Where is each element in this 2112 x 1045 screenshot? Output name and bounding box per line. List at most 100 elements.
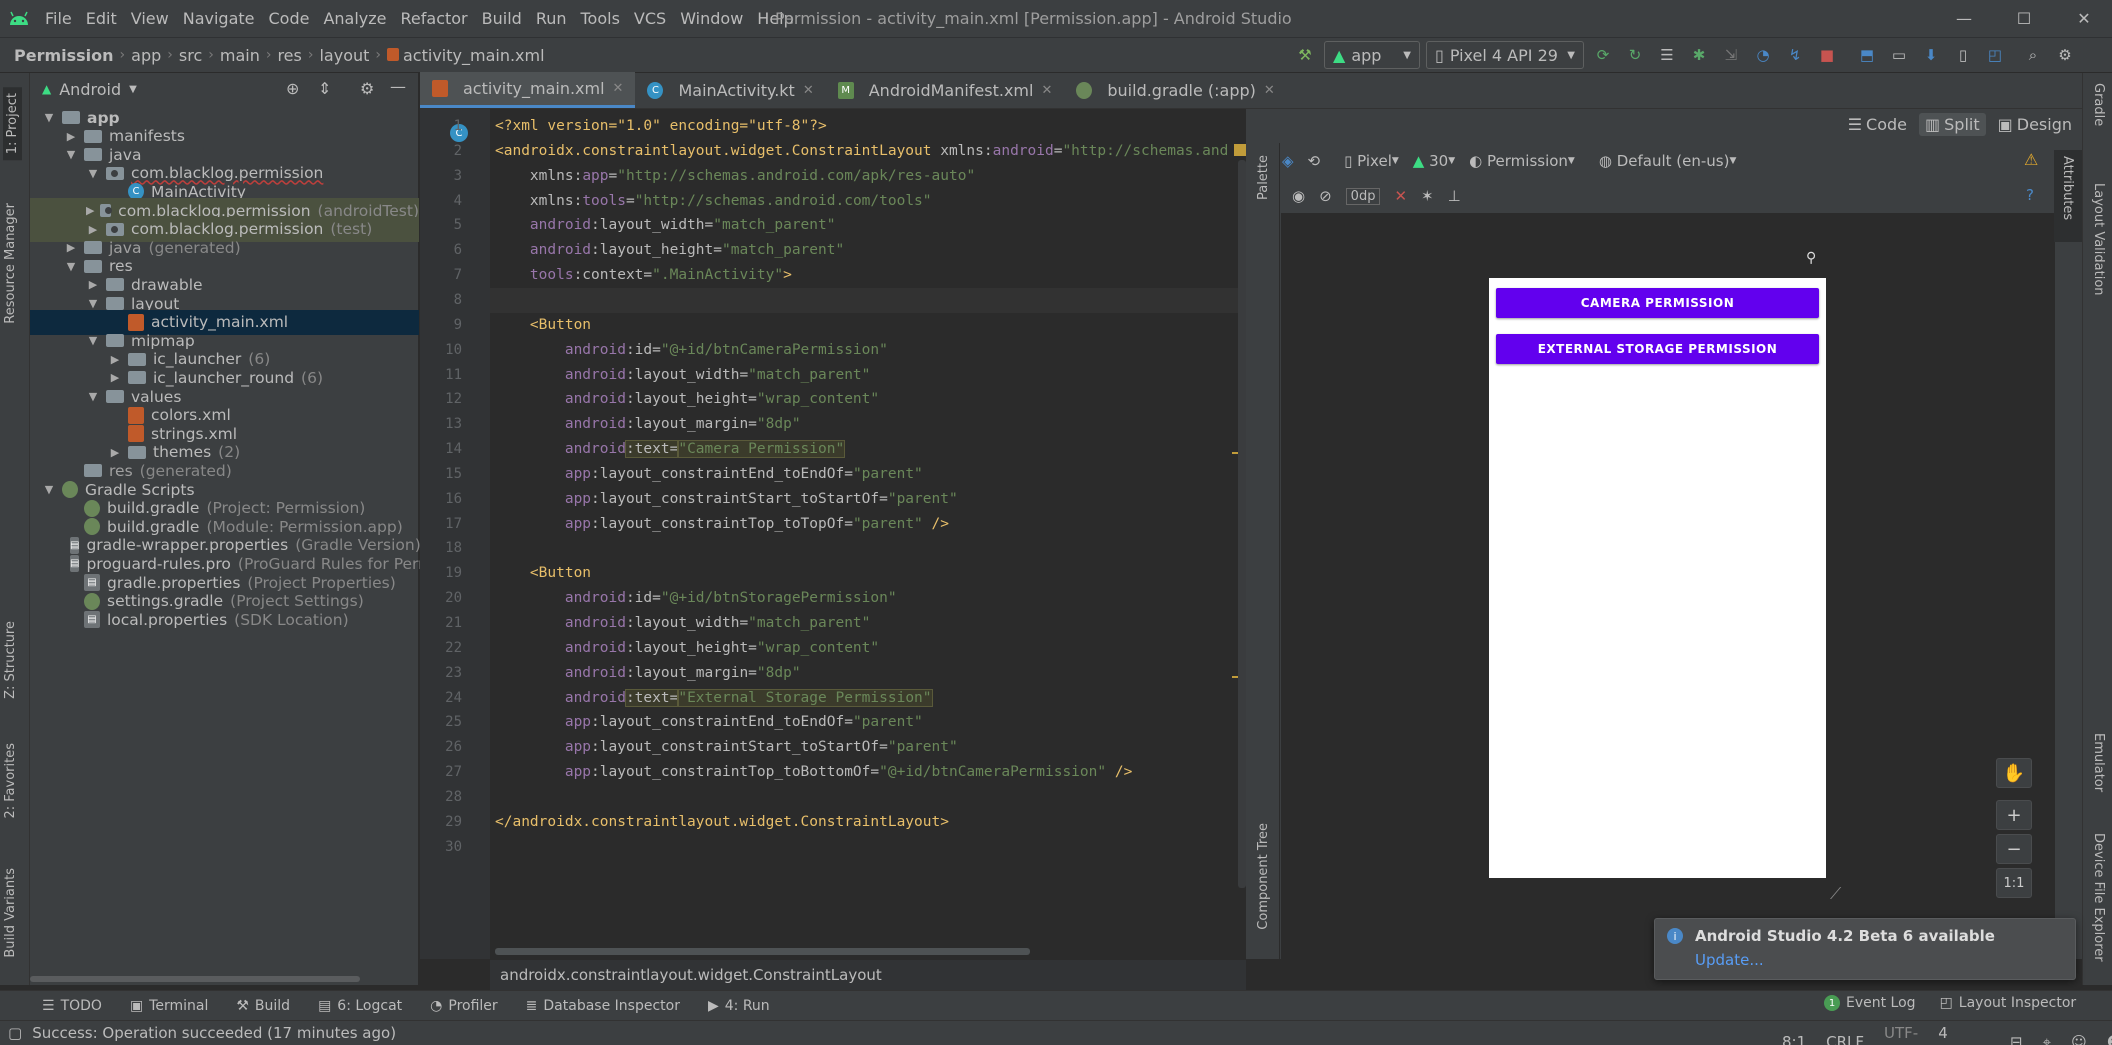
gear-icon[interactable]: ⚙ — [360, 79, 374, 98]
menu-file[interactable]: File — [38, 0, 79, 37]
bottom-tool-database-inspector[interactable]: ≣ Database Inspector — [512, 998, 694, 1014]
tab-favorites[interactable]: 2: Favorites — [3, 743, 18, 819]
hide-panel-icon[interactable]: — — [390, 77, 406, 96]
zoom-out-button[interactable]: − — [1996, 834, 2032, 864]
code-line[interactable]: app:layout_constraintTop_toTopOf="parent… — [495, 512, 949, 537]
bottom-tool-4-run[interactable]: ▶ 4: Run — [694, 998, 784, 1014]
menu-vcs[interactable]: VCS — [627, 0, 673, 37]
collapsed-arrow-icon[interactable]: ▶ — [86, 278, 100, 292]
resize-handle-icon[interactable]: ⟋ — [1830, 884, 1841, 904]
stop-icon[interactable]: ■ — [1814, 42, 1840, 68]
sync-project-icon[interactable]: ⬒ — [1854, 42, 1880, 68]
expanded-arrow-icon[interactable]: ▼ — [86, 166, 100, 180]
collapsed-arrow-icon[interactable]: ▶ — [64, 241, 78, 255]
tab-gradle[interactable]: Gradle — [2091, 83, 2106, 126]
default-margin-field[interactable]: 0dp — [1345, 187, 1381, 205]
breadcrumb-item[interactable]: layout — [315, 46, 373, 65]
code-line[interactable]: xmlns:app="http://schemas.android.com/ap… — [495, 164, 975, 189]
git-icon[interactable]: ⌖ — [2043, 1033, 2051, 1045]
code-line[interactable]: android:text="External Storage Permissio… — [495, 686, 933, 711]
lock-icon[interactable]: ⊟ — [2010, 1033, 2023, 1045]
guidelines-icon[interactable]: ⊥ — [1448, 187, 1461, 205]
tab-resource-manager[interactable]: Resource Manager — [3, 203, 18, 324]
bottom-tool-6-logcat[interactable]: ▤ 6: Logcat — [304, 998, 416, 1014]
menu-navigate[interactable]: Navigate — [176, 0, 262, 37]
caret-position[interactable]: 8:1 — [1782, 1033, 1806, 1045]
locale-dropdown[interactable]: ◍ Default (en-us) ▼ — [1599, 152, 1737, 170]
tab-component-tree[interactable]: Component Tree — [1256, 823, 1271, 930]
code-line[interactable]: android:layout_margin="8dp" — [495, 412, 801, 437]
event-log-button[interactable]: 1 Event Log — [1824, 995, 1916, 1011]
code-line[interactable]: app:layout_constraintEnd_toEndOf="parent… — [495, 462, 923, 487]
code-line[interactable]: app:layout_constraintEnd_toEndOf="parent… — [495, 710, 923, 735]
orientation-icon[interactable]: ⟲ — [1308, 152, 1321, 170]
minimize-button[interactable]: — — [1936, 0, 1992, 37]
bottom-tool-terminal[interactable]: ▣ Terminal — [116, 998, 222, 1014]
collapsed-arrow-icon[interactable]: ▶ — [64, 129, 78, 143]
coverage-icon[interactable]: ↯ — [1782, 42, 1808, 68]
collapsed-arrow-icon[interactable]: ▶ — [108, 371, 122, 385]
maximize-button[interactable]: ☐ — [1996, 0, 2052, 37]
tab-layout-validation[interactable]: Layout Validation — [2091, 183, 2106, 296]
editor-tab[interactable]: build.gradle (:app) ✕ — [1064, 72, 1286, 108]
tab-palette[interactable]: Palette — [1256, 155, 1271, 200]
tab-structure[interactable]: Z: Structure — [3, 621, 18, 699]
attach-debugger-icon[interactable]: ⇲ — [1718, 42, 1744, 68]
line-separator[interactable]: CRLF — [1826, 1033, 1864, 1045]
breadcrumb-item[interactable]: Permission — [10, 46, 118, 65]
tab-emulator[interactable]: Emulator — [2091, 733, 2106, 792]
sdk-manager-icon[interactable]: ⬇ — [1918, 42, 1944, 68]
update-link[interactable]: Update... — [1695, 951, 1764, 969]
expanded-arrow-icon[interactable]: ▼ — [86, 297, 100, 311]
menu-code[interactable]: Code — [262, 0, 317, 37]
layout-inspector-button[interactable]: ◰ Layout Inspector — [1940, 995, 2077, 1011]
layout-inspector-icon[interactable]: ◰ — [1982, 42, 2008, 68]
vertical-scrollbar[interactable] — [1238, 160, 1246, 888]
menu-window[interactable]: Window — [673, 0, 750, 37]
menu-edit[interactable]: Edit — [79, 0, 124, 37]
collapsed-arrow-icon[interactable]: ▶ — [108, 445, 122, 459]
close-tab-icon[interactable]: ✕ — [1264, 83, 1275, 98]
code-line[interactable]: android:id="@+id/btnCameraPermission" — [495, 338, 888, 363]
smiley-icon[interactable]: ☺ — [2071, 1033, 2087, 1045]
preview-storage-button[interactable]: EXTERNAL STORAGE PERMISSION — [1496, 334, 1819, 364]
bottom-tool-build[interactable]: ⚒ Build — [222, 998, 304, 1014]
tab-build-variants[interactable]: Build Variants — [3, 868, 18, 958]
tab-device-file-explorer[interactable]: Device File Explorer — [2091, 833, 2106, 962]
breadcrumb-item[interactable]: src — [175, 46, 206, 65]
pan-hand-icon[interactable]: ✋ — [1996, 758, 2032, 788]
search-icon[interactable]: ⌕ — [2020, 42, 2046, 68]
device-manager-icon[interactable]: ▯ — [1950, 42, 1976, 68]
bottom-tool-todo[interactable]: ☰ TODO — [28, 998, 116, 1014]
theme-dropdown[interactable]: ◐ Permission ▼ — [1469, 152, 1575, 170]
editor-breadcrumb[interactable]: androidx.constraintlayout.widget.Constra… — [490, 960, 1246, 990]
menu-tools[interactable]: Tools — [574, 0, 627, 37]
code-line[interactable]: android:layout_width="match_parent" — [495, 363, 871, 388]
code-line[interactable]: <?xml version="1.0" encoding="utf-8"?> — [495, 114, 827, 139]
status-toggle-icon[interactable]: ▢ — [8, 1024, 22, 1042]
close-tab-icon[interactable]: ✕ — [803, 83, 814, 98]
close-button[interactable]: ✕ — [2056, 0, 2112, 37]
tree-item[interactable]: ▤ local.properties (SDK Location) — [30, 607, 419, 632]
code-line[interactable]: app:layout_constraintStart_toStartOf="pa… — [495, 487, 958, 512]
menu-view[interactable]: View — [124, 0, 176, 37]
breadcrumb-item[interactable]: main — [216, 46, 264, 65]
collapsed-arrow-icon[interactable]: ▶ — [86, 222, 100, 236]
collapsed-arrow-icon[interactable]: ▶ — [108, 352, 122, 366]
code-line[interactable]: <Button — [495, 561, 591, 586]
clear-constraints-icon[interactable]: ✕ — [1394, 187, 1407, 205]
file-encoding[interactable]: UTF-8 — [1884, 1024, 1918, 1045]
memory-icon[interactable]: ☻ — [2107, 1033, 2112, 1045]
expanded-arrow-icon[interactable]: ▼ — [64, 259, 78, 273]
code-line[interactable]: xmlns:tools="http://schemas.android.com/… — [495, 189, 932, 214]
menu-refactor[interactable]: Refactor — [394, 0, 475, 37]
tab-project[interactable]: 1: Project — [3, 87, 22, 161]
hammer-icon[interactable]: ⚒ — [1292, 42, 1318, 68]
warning-icon[interactable]: ⚠ — [2024, 150, 2038, 169]
layers-icon[interactable]: ◈ — [1282, 152, 1294, 170]
profile-icon[interactable]: ◔ — [1750, 42, 1776, 68]
menu-analyze[interactable]: Analyze — [316, 0, 393, 37]
code-line[interactable]: app:layout_constraintStart_toStartOf="pa… — [495, 735, 958, 760]
code-line[interactable]: android:text="Camera Permission" — [495, 437, 846, 462]
phone-preview[interactable]: CAMERA PERMISSION EXTERNAL STORAGE PERMI… — [1489, 278, 1826, 878]
